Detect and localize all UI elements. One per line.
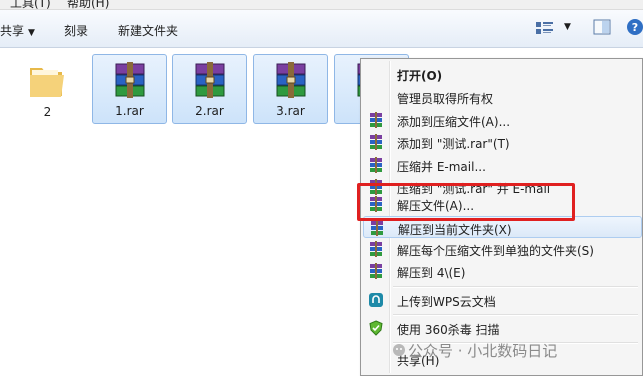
share-button[interactable]: 共享 ▼ <box>0 22 35 39</box>
menu-item-label: 解压到 4\(E) <box>397 266 466 280</box>
folder-icon <box>24 58 68 105</box>
view-options-icon[interactable] <box>533 19 563 40</box>
file-name: 2 <box>43 105 52 119</box>
winrar-icon <box>368 263 384 282</box>
menu-item-upload-wps[interactable]: 上传到WPS云文档 <box>363 289 642 311</box>
toolbar: 共享 ▼ 刻录 新建文件夹 ▼ ? <box>0 10 643 48</box>
menu-item-label: 解压每个压缩文件到单独的文件夹(S) <box>397 244 594 258</box>
help-icon[interactable]: ? <box>626 18 643 39</box>
file-name: 3.rar <box>276 104 305 118</box>
shield-icon <box>368 320 384 339</box>
winrar-icon <box>368 112 384 131</box>
winrar-archive-icon <box>192 61 228 104</box>
file-item-2-rar[interactable]: 2.rar <box>172 54 247 124</box>
svg-text:?: ? <box>632 21 638 34</box>
menu-item-label: 上传到WPS云文档 <box>397 295 496 309</box>
menu-item-label: 管理员取得所有权 <box>397 92 494 106</box>
preview-pane-icon[interactable] <box>592 18 612 39</box>
burn-button[interactable]: 刻录 <box>64 22 88 39</box>
share-button-label: 共享 <box>0 24 25 38</box>
menu-item-label: 使用 360杀毒 扫描 <box>397 323 500 337</box>
winrar-icon <box>369 220 385 239</box>
winrar-icon <box>368 134 384 153</box>
winrar-archive-icon <box>112 61 148 104</box>
menu-item-extract-to-folder[interactable]: 解压到 4\(E) <box>363 260 642 282</box>
highlight-annotation-box <box>357 183 575 221</box>
menu-bar: 工具(T) 帮助(H) <box>0 0 643 10</box>
menu-item-label: 添加到 "测试.rar"(T) <box>397 137 510 151</box>
file-item-3-rar[interactable]: 3.rar <box>253 54 328 124</box>
menu-item-add-to-archive[interactable]: 添加到压缩文件(A)... <box>363 109 642 131</box>
winrar-icon <box>368 157 384 176</box>
dropdown-arrow-icon: ▼ <box>28 28 35 38</box>
menu-item-scan-360[interactable]: 使用 360杀毒 扫描 <box>363 317 642 339</box>
file-item-folder-2[interactable]: 2 <box>10 54 85 124</box>
menu-item-compress-email[interactable]: 压缩并 E-mail... <box>363 154 642 176</box>
new-folder-button[interactable]: 新建文件夹 <box>118 22 178 39</box>
winrar-archive-icon <box>273 61 309 104</box>
wechat-icon <box>392 343 406 360</box>
wps-cloud-icon <box>368 292 384 311</box>
menu-separator <box>393 314 638 316</box>
menu-separator <box>393 286 638 288</box>
watermark-text: 公众号 · 小北数码日记 <box>408 342 558 360</box>
winrar-icon <box>368 241 384 260</box>
menu-item-label: 打开(O) <box>397 69 443 83</box>
menu-item-label: 添加到压缩文件(A)... <box>397 115 511 129</box>
menu-item-open[interactable]: 打开(O) <box>363 63 642 85</box>
menu-item-label: 压缩并 E-mail... <box>397 160 486 174</box>
menu-item-take-ownership[interactable]: 管理员取得所有权 <box>363 86 642 108</box>
file-name: 1.rar <box>115 104 144 118</box>
file-name: 2.rar <box>195 104 224 118</box>
file-item-1-rar[interactable]: 1.rar <box>92 54 167 124</box>
menu-item-label: 解压到当前文件夹(X) <box>398 223 512 237</box>
view-dropdown-icon[interactable]: ▼ <box>564 22 571 32</box>
menu-item-extract-each[interactable]: 解压每个压缩文件到单独的文件夹(S) <box>363 238 642 260</box>
menu-item-add-to-named[interactable]: 添加到 "测试.rar"(T) <box>363 131 642 153</box>
